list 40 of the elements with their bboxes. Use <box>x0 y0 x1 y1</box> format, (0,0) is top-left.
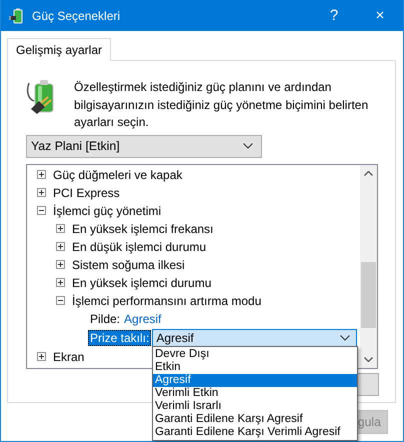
scrollbar[interactable] <box>360 164 377 368</box>
tree-item[interactable]: Ekran <box>53 350 84 364</box>
help-button[interactable]: ? <box>311 0 357 31</box>
scroll-up-icon[interactable] <box>364 170 373 176</box>
expand-icon[interactable] <box>56 278 65 287</box>
expand-icon[interactable] <box>56 260 65 269</box>
collapse-icon[interactable] <box>37 206 46 215</box>
close-button[interactable]: × <box>357 0 403 31</box>
expand-icon[interactable] <box>56 224 65 233</box>
tree-item[interactable]: En düşük işlemci durumu <box>72 240 206 254</box>
setting-label: Prize takılı: <box>88 330 152 346</box>
dropdown-option[interactable]: Devre Dışı <box>153 348 357 361</box>
tree-item[interactable]: En yüksek işlemci durumu <box>72 276 212 290</box>
tree-item[interactable]: İşlemci güç yönetimi <box>53 204 162 218</box>
chevron-icon <box>243 143 253 149</box>
dropdown-option[interactable]: Verimli Israrlı <box>153 400 357 413</box>
scroll-thumb[interactable] <box>361 262 376 328</box>
expand-icon[interactable] <box>56 242 65 251</box>
tree-item[interactable]: PCI Express <box>53 186 120 200</box>
setting-label: Pilde: <box>90 312 120 326</box>
plan-dropdown[interactable]: Yaz Plani [Etkin] <box>26 134 262 158</box>
scroll-down-icon[interactable] <box>364 356 373 362</box>
expand-icon[interactable] <box>37 352 46 361</box>
battery-plug-icon <box>9 8 25 24</box>
dropdown-option[interactable]: Agresif <box>153 374 357 387</box>
tree-item[interactable]: İşlemci performansını artırma modu <box>72 294 262 308</box>
tree-item[interactable]: Güç düğmeleri ve kapak <box>53 168 182 182</box>
tree-item[interactable]: Sistem soğuma ilkesi <box>72 258 185 272</box>
expand-icon[interactable] <box>37 170 46 179</box>
description-text: Özelleştirmek istediğiniz güç planını ve ardından bilgisayarınızın istediğiniz güç yönetme biçimini belirten ayarları seçin. <box>74 79 370 131</box>
dropdown-option[interactable]: Etkin <box>153 361 357 374</box>
tree-item[interactable]: En yüksek işlemci frekansı <box>72 222 214 236</box>
chevron-icon <box>340 334 350 340</box>
window-title: Güç Seçenekleri <box>32 8 122 22</box>
dropdown-option[interactable]: Verimli Etkin <box>153 387 357 400</box>
setting-value[interactable]: Agresif <box>124 312 162 326</box>
collapse-icon[interactable] <box>56 296 65 305</box>
setting-dropdown[interactable]: Agresif <box>152 328 358 346</box>
expand-icon[interactable] <box>37 188 46 197</box>
tab[interactable]: Gelişmiş ayarlar <box>7 38 112 61</box>
